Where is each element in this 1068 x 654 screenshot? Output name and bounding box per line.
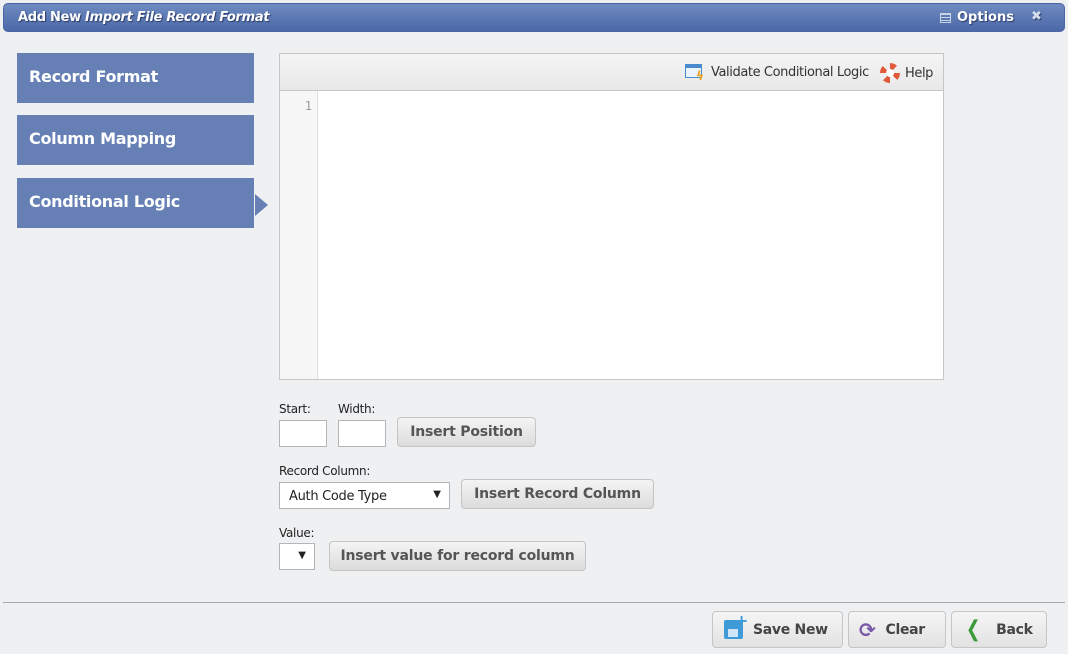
options-button[interactable]: Options bbox=[940, 10, 1014, 25]
value-select[interactable]: ▼ bbox=[279, 543, 315, 570]
options-label: Options bbox=[957, 10, 1014, 25]
clear-button[interactable]: ⟳ Clear bbox=[848, 611, 946, 648]
line-number: 1 bbox=[304, 99, 312, 113]
record-column-label: Record Column: bbox=[279, 464, 371, 478]
start-input[interactable] bbox=[279, 420, 327, 447]
chevron-left-icon: ❮ bbox=[965, 617, 981, 642]
chevron-down-icon: ▼ bbox=[298, 550, 306, 561]
lifebuoy-icon bbox=[880, 63, 900, 83]
title-entity: Import File Record Format bbox=[85, 10, 270, 25]
sidebar-item-label: Record Format bbox=[29, 67, 158, 86]
record-column-value: Auth Code Type bbox=[289, 489, 387, 504]
validate-conditional-logic-button[interactable]: ϟ Validate Conditional Logic bbox=[685, 63, 869, 83]
refresh-icon: ⟳ bbox=[859, 617, 876, 642]
list-icon bbox=[940, 12, 951, 23]
conditional-logic-editor: ϟ Validate Conditional Logic Help 1 bbox=[279, 53, 944, 380]
footer-divider bbox=[3, 602, 1065, 603]
window-title: Add New Import File Record Format bbox=[18, 10, 270, 25]
save-new-label: Save New bbox=[753, 621, 828, 638]
insert-value-button[interactable]: Insert value for record column bbox=[329, 541, 586, 571]
insert-record-column-button[interactable]: Insert Record Column bbox=[461, 479, 654, 509]
close-icon[interactable]: ✖ bbox=[1031, 9, 1042, 24]
width-input[interactable] bbox=[338, 420, 386, 447]
line-number-gutter: 1 bbox=[280, 91, 318, 379]
window-titlebar: Add New Import File Record Format Option… bbox=[3, 3, 1065, 32]
sidebar-item-conditional-logic[interactable]: Conditional Logic bbox=[17, 178, 268, 228]
save-new-button[interactable]: Save New bbox=[712, 611, 843, 648]
back-button[interactable]: ❮ Back bbox=[951, 611, 1047, 648]
sidebar-item-label: Column Mapping bbox=[29, 129, 176, 148]
title-prefix: Add New bbox=[18, 10, 81, 25]
record-column-select[interactable]: Auth Code Type ▼ bbox=[279, 482, 450, 509]
value-label: Value: bbox=[279, 526, 315, 540]
validate-label: Validate Conditional Logic bbox=[711, 64, 869, 80]
sidebar-item-record-format[interactable]: Record Format bbox=[17, 53, 254, 103]
sidebar-item-column-mapping[interactable]: Column Mapping bbox=[17, 115, 254, 165]
clear-label: Clear bbox=[885, 621, 925, 638]
width-label: Width: bbox=[338, 402, 376, 416]
back-label: Back bbox=[996, 621, 1033, 638]
start-label: Start: bbox=[279, 402, 311, 416]
insert-position-button[interactable]: Insert Position bbox=[397, 417, 536, 447]
save-new-icon bbox=[724, 611, 748, 639]
code-input[interactable] bbox=[318, 91, 943, 379]
chevron-down-icon: ▼ bbox=[433, 489, 441, 500]
help-label: Help bbox=[905, 65, 934, 81]
validate-window-bolt-icon: ϟ bbox=[685, 63, 705, 83]
help-button[interactable]: Help bbox=[880, 63, 933, 83]
editor-toolbar: ϟ Validate Conditional Logic Help bbox=[280, 54, 943, 91]
sidebar-item-label: Conditional Logic bbox=[29, 192, 180, 211]
